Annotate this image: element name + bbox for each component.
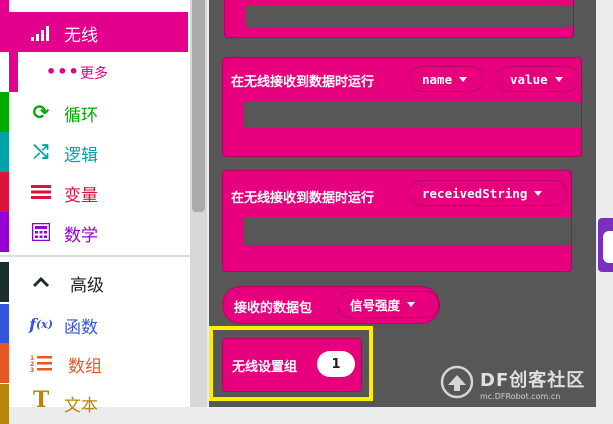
calculator-icon	[30, 222, 52, 242]
block-label: 在无线接收到数据时运行	[231, 191, 375, 206]
block-label: 无线设置组	[232, 360, 298, 375]
toolbox-item-functions[interactable]: f (x) 函数	[0, 304, 188, 344]
toolbox-item-math[interactable]: 数学	[0, 212, 188, 252]
group-number-input[interactable]: 1	[317, 351, 355, 377]
value-dropdown[interactable]: value	[497, 66, 579, 92]
signal-bars-icon	[30, 22, 52, 42]
watermark: DF创客社区 mc.DFRobot.com.cn	[438, 362, 613, 407]
toolbox-item-variables[interactable]: 变量	[0, 172, 188, 212]
toolbox-item-loops[interactable]: ⟳ 循环	[0, 92, 188, 132]
caret-down-icon	[459, 76, 468, 82]
numbered-list-icon: 123	[30, 353, 52, 373]
toolbox-item-more[interactable]: ••• 更多	[9, 52, 188, 92]
chevron-up-icon	[30, 272, 52, 292]
caret-down-icon	[554, 76, 563, 82]
function-icon: f (x)	[29, 314, 53, 334]
toolbox-item-advanced[interactable]: 高级	[0, 262, 188, 302]
svg-text:3: 3	[30, 367, 34, 372]
toolbox-item-label: 高级	[70, 276, 104, 296]
caret-down-icon	[534, 190, 543, 196]
scrollbar-thumb[interactable]	[192, 0, 205, 212]
offscreen-block-slot	[603, 231, 613, 263]
toolbox-item-text[interactable]: T 文本	[0, 384, 188, 424]
block-label: 在无线接收到数据时运行	[231, 75, 375, 90]
toolbox-item-label: 更多	[80, 66, 108, 82]
event-block-partial[interactable]	[224, 0, 574, 38]
toolbox-item-label: 循环	[64, 106, 98, 126]
statement-slot	[243, 217, 571, 245]
toolbox-item-radio[interactable]: 无线	[0, 12, 188, 52]
name-dropdown[interactable]: name	[409, 66, 484, 92]
toolbox: 无线 ••• 更多 ⟳ 循环 ⤭ 逻辑 变量 数学 高级 f (x) 函数 1 …	[0, 0, 190, 424]
dfrobot-logo-icon	[438, 364, 476, 400]
shuffle-icon: ⤭	[33, 141, 49, 163]
toolbox-item-label: 文本	[64, 396, 98, 416]
ellipsis-icon: •••	[46, 62, 80, 81]
toolbox-item-logic[interactable]: ⤭ 逻辑	[0, 132, 188, 172]
toolbox-item-label: 无线	[64, 26, 98, 46]
toolbox-item-label: 函数	[64, 318, 98, 338]
block-label: 接收的数据包	[234, 301, 313, 316]
toolbox-item-label: 变量	[64, 186, 98, 206]
toolbox-item-arrays[interactable]: 123 数组	[0, 343, 188, 383]
toolbox-item-label: 数组	[68, 357, 102, 377]
watermark-subtext: mc.DFRobot.com.cn	[480, 392, 561, 401]
text-t-icon: T	[32, 387, 50, 413]
list-lines-icon	[30, 182, 52, 202]
received-string-dropdown[interactable]: receivedString	[409, 180, 567, 206]
watermark-title: DF创客社区	[480, 370, 586, 391]
toolbox-scrollbar[interactable]	[190, 0, 207, 407]
toolbox-item-partial[interactable]	[0, 0, 188, 12]
caret-down-icon	[407, 302, 416, 307]
toolbox-item-label: 逻辑	[64, 146, 98, 166]
toolbox-item-label: 数学	[64, 226, 98, 246]
toolbox-divider	[0, 255, 190, 257]
radio-set-group-block[interactable]: 无线设置组 1	[222, 338, 362, 392]
loop-arrow-icon: ⟳	[32, 100, 50, 124]
statement-slot	[243, 102, 581, 128]
signal-strength-dropdown[interactable]: 信号强度	[337, 291, 439, 318]
